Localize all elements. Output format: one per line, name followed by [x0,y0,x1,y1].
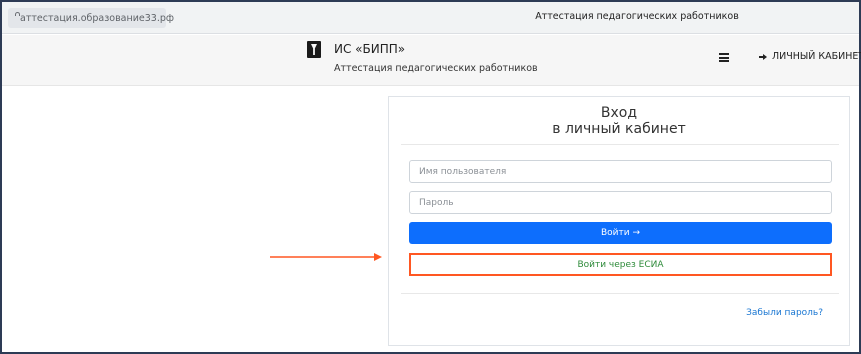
username-placeholder: Имя пользователя [419,166,507,177]
username-input[interactable]: Имя пользователя [409,160,832,183]
browser-toolbar: аттестация.образование33.рф Аттестация п… [2,2,859,34]
login-button-label: Войти → [600,228,641,238]
site-header: ИС «БИПП» Аттестация педагогических рабо… [2,35,861,86]
brand-title[interactable]: ИС «БИПП» [334,42,405,56]
forgot-password-link[interactable]: Забыли пароль? [746,308,823,318]
login-subtitle: в личный кабинет [552,121,686,137]
annotation-arrow-icon [270,253,382,261]
login-arrow-icon [759,52,769,62]
login-button[interactable]: Войти → [409,222,832,244]
personal-cabinet-link[interactable]: ЛИЧНЫЙ КАБИНЕТ [759,51,861,62]
personal-cabinet-label: ЛИЧНЫЙ КАБИНЕТ [772,51,861,62]
divider [401,293,839,294]
logo-icon [307,41,321,58]
esia-login-button[interactable]: Войти через ЕСИА [409,253,832,276]
divider [401,144,839,145]
login-card: Вход в личный кабинет Имя пользователя П… [388,96,850,346]
address-bar[interactable]: аттестация.образование33.рф [8,8,174,28]
url-text: аттестация.образование33.рф [20,12,174,24]
esia-login-button-label: Войти через ЕСИА [577,259,664,270]
page-tab-title: Аттестация педагогических работников [535,11,739,22]
brand-subtitle: Аттестация педагогических работников [334,63,538,74]
menu-icon[interactable] [719,53,729,62]
password-placeholder: Пароль [419,197,454,208]
password-input[interactable]: Пароль [409,191,832,214]
login-title: Вход [600,105,638,121]
